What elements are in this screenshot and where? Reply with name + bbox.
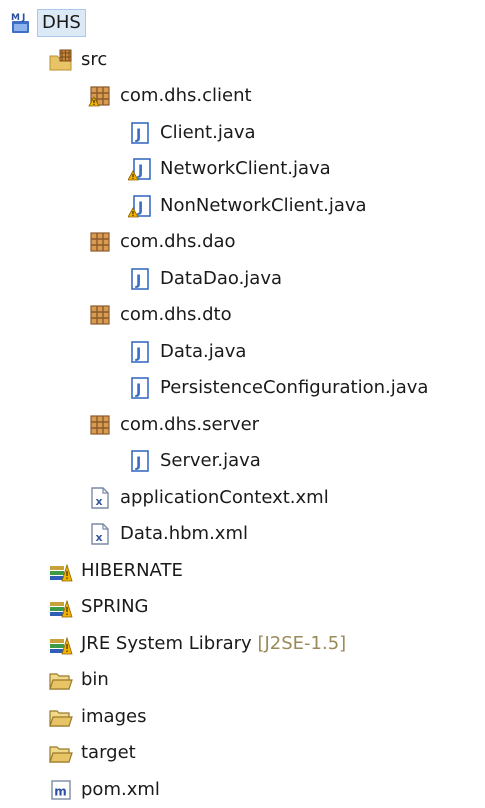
folder-icon xyxy=(49,705,73,729)
java-file-icon: J xyxy=(128,267,152,291)
java-file-warning-icon: J xyxy=(128,194,152,218)
tree-item-project-dhs[interactable]: M J DHS xyxy=(0,5,485,42)
svg-text:x: x xyxy=(96,495,103,508)
source-folder-icon xyxy=(49,48,73,72)
tree-item-folder-images[interactable]: images xyxy=(0,699,485,736)
file-label: DataDao.java xyxy=(160,266,282,292)
svg-text:J: J xyxy=(137,163,143,179)
svg-text:M: M xyxy=(11,13,20,23)
tree-item-library-hibernate[interactable]: HIBERNATE xyxy=(0,553,485,590)
tree-item-file-data-java[interactable]: J Data.java xyxy=(0,334,485,371)
tree-item-file-applicationcontext-xml[interactable]: x applicationContext.xml xyxy=(0,480,485,517)
tree-item-file-pom-xml[interactable]: m pom.xml xyxy=(0,772,485,808)
package-icon xyxy=(88,230,112,254)
tree-item-file-networkclient-java[interactable]: J NetworkClient.java xyxy=(0,151,485,188)
package-icon xyxy=(88,84,112,108)
java-file-warning-icon: J xyxy=(128,157,152,181)
library-decoration: [J2SE-1.5] xyxy=(257,633,346,654)
java-file-icon: J xyxy=(128,449,152,473)
file-label: PersistenceConfiguration.java xyxy=(160,375,428,401)
file-label: Client.java xyxy=(160,120,256,146)
java-file-icon: J xyxy=(128,376,152,400)
library-icon xyxy=(49,559,73,583)
maven-pom-icon: m xyxy=(49,778,73,802)
java-file-icon: J xyxy=(128,121,152,145)
file-label: Data.java xyxy=(160,339,246,365)
library-icon xyxy=(49,595,73,619)
svg-text:J: J xyxy=(135,127,141,143)
project-name: DHS xyxy=(37,9,86,37)
svg-text:J: J xyxy=(21,13,25,23)
tree-item-library-jre[interactable]: JRE System Library [J2SE-1.5] xyxy=(0,626,485,663)
tree-item-library-spring[interactable]: SPRING xyxy=(0,589,485,626)
tree-item-package-dao[interactable]: com.dhs.dao xyxy=(0,224,485,261)
tree-item-folder-target[interactable]: target xyxy=(0,735,485,772)
java-file-icon: J xyxy=(128,340,152,364)
file-label: Data.hbm.xml xyxy=(120,521,248,547)
tree-item-file-nonnetworkclient-java[interactable]: J NonNetworkClient.java xyxy=(0,188,485,225)
tree-item-file-server-java[interactable]: J Server.java xyxy=(0,443,485,480)
tree-item-folder-bin[interactable]: bin xyxy=(0,662,485,699)
library-label: JRE System Library [J2SE-1.5] xyxy=(81,631,346,657)
tree-item-file-datadao-java[interactable]: J DataDao.java xyxy=(0,261,485,298)
package-icon xyxy=(88,413,112,437)
xml-file-icon: x xyxy=(88,522,112,546)
src-label: src xyxy=(81,47,107,73)
package-explorer-tree: M J DHS src com.dhs.client xyxy=(0,5,485,808)
tree-item-package-server[interactable]: com.dhs.server xyxy=(0,407,485,444)
svg-text:J: J xyxy=(135,455,141,471)
package-label: com.dhs.dto xyxy=(120,302,232,328)
file-label: applicationContext.xml xyxy=(120,485,329,511)
folder-label: target xyxy=(81,740,136,766)
package-icon xyxy=(88,303,112,327)
package-label: com.dhs.client xyxy=(120,83,252,109)
svg-text:J: J xyxy=(135,346,141,362)
tree-item-file-client-java[interactable]: J Client.java xyxy=(0,115,485,152)
package-label: com.dhs.dao xyxy=(120,229,236,255)
library-label: HIBERNATE xyxy=(81,558,183,584)
library-icon xyxy=(49,632,73,656)
folder-icon xyxy=(49,668,73,692)
package-label: com.dhs.server xyxy=(120,412,259,438)
file-label: pom.xml xyxy=(81,777,160,803)
svg-text:m: m xyxy=(54,784,67,798)
folder-label: images xyxy=(81,704,146,730)
tree-item-package-dto[interactable]: com.dhs.dto xyxy=(0,297,485,334)
file-label: NonNetworkClient.java xyxy=(160,193,367,219)
tree-item-package-client[interactable]: com.dhs.client xyxy=(0,78,485,115)
tree-item-src[interactable]: src xyxy=(0,42,485,79)
svg-text:J: J xyxy=(135,273,141,289)
library-label: SPRING xyxy=(81,594,149,620)
folder-label: bin xyxy=(81,667,109,693)
xml-file-icon: x xyxy=(88,486,112,510)
library-name: JRE System Library xyxy=(81,633,252,654)
file-label: NetworkClient.java xyxy=(160,156,331,182)
svg-text:J: J xyxy=(135,382,141,398)
svg-text:J: J xyxy=(137,200,143,216)
file-label: Server.java xyxy=(160,448,261,474)
maven-java-project-icon: M J xyxy=(10,11,34,35)
tree-item-file-persistenceconfiguration-java[interactable]: J PersistenceConfiguration.java xyxy=(0,370,485,407)
tree-item-file-data-hbm-xml[interactable]: x Data.hbm.xml xyxy=(0,516,485,553)
folder-icon xyxy=(49,741,73,765)
svg-text:x: x xyxy=(96,531,103,544)
